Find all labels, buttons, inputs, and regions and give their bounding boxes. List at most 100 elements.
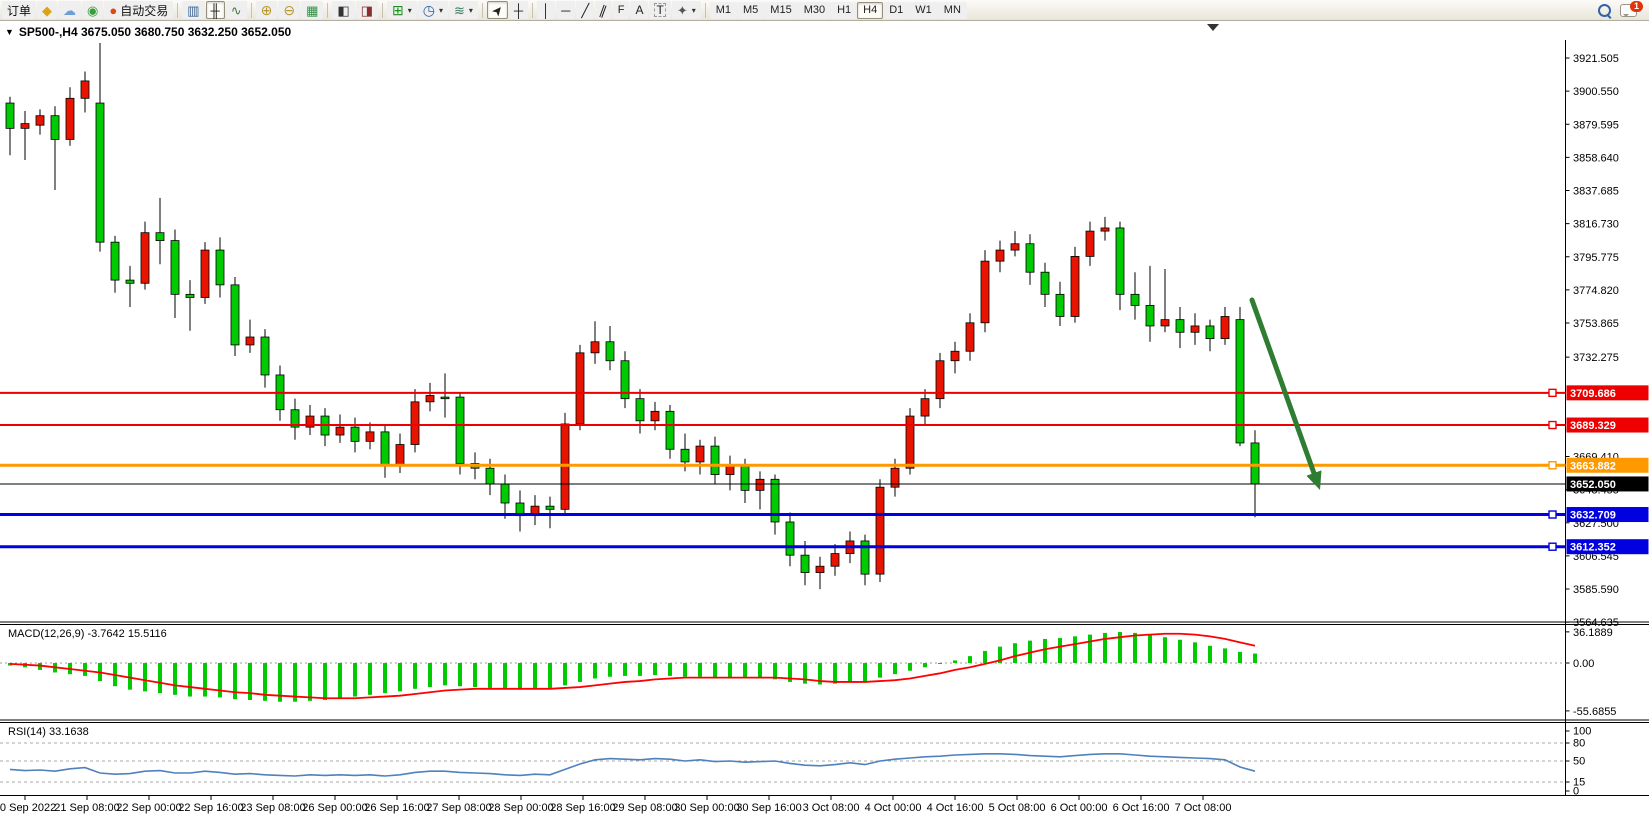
candlestick-chart-icon: ╫ (211, 4, 220, 17)
hline-tool-button[interactable]: ─ (556, 1, 575, 19)
zoom-out-button[interactable]: ⊖ (278, 1, 300, 19)
timeframe-m30-button[interactable]: M30 (798, 2, 831, 19)
svg-text:30 Sep 16:00: 30 Sep 16:00 (736, 802, 801, 814)
svg-text:3879.595: 3879.595 (1573, 119, 1619, 131)
separator (532, 3, 533, 18)
line-chart-button[interactable]: ∿ (226, 1, 247, 19)
svg-text:4 Oct 00:00: 4 Oct 00:00 (865, 802, 922, 814)
cursor-icon: ➤ (489, 2, 506, 19)
svg-text:26 Sep 00:00: 26 Sep 00:00 (302, 802, 367, 814)
new-order-button[interactable]: 订单 (2, 1, 36, 19)
timeframe-mn-button[interactable]: MN (938, 2, 967, 19)
auto-scroll-button[interactable]: ◧ (332, 1, 354, 19)
zoom-out-icon: ⊖ (283, 3, 295, 17)
auto-scroll-icon: ◧ (337, 4, 349, 17)
svg-text:3612.352: 3612.352 (1570, 542, 1616, 554)
cloud-icon: ☁ (63, 4, 76, 17)
svg-text:22 Sep 00:00: 22 Sep 00:00 (116, 802, 181, 814)
rsi-label: RSI(14) 33.1638 (8, 726, 89, 738)
svg-text:27 Sep 08:00: 27 Sep 08:00 (426, 802, 491, 814)
bar-chart-button[interactable]: ▥ (182, 1, 204, 19)
svg-text:3921.505: 3921.505 (1573, 53, 1619, 65)
chart-title: SP500-,H4 3675.050 3680.750 3632.250 365… (19, 25, 291, 39)
autotrade-label: 自动交易 (120, 2, 168, 19)
svg-text:0: 0 (1573, 786, 1579, 798)
svg-text:3858.640: 3858.640 (1573, 152, 1619, 164)
timeframe-m15-button[interactable]: M15 (764, 2, 797, 19)
svg-text:6 Oct 00:00: 6 Oct 00:00 (1051, 802, 1108, 814)
timeframe-h1-button[interactable]: H1 (831, 2, 857, 19)
new-chart-button[interactable]: ⊞ ▾ (387, 1, 417, 19)
svg-text:36.1889: 36.1889 (1573, 627, 1613, 639)
chart-canvas[interactable]: 3921.505 3900.550 3879.595 3858.640 3837.685… (0, 0, 1649, 820)
separator (482, 3, 483, 18)
gold-ingot-button[interactable]: ◆ (37, 1, 57, 19)
autotrade-button[interactable]: ● 自动交易 (104, 1, 173, 19)
separator (705, 3, 706, 18)
svg-text:4 Oct 16:00: 4 Oct 16:00 (927, 802, 984, 814)
svg-text:3709.686: 3709.686 (1570, 388, 1616, 400)
signal-button[interactable]: ◉ (82, 1, 103, 19)
chevron-down-icon: ▾ (439, 6, 443, 15)
svg-text:100: 100 (1573, 726, 1591, 738)
svg-text:-55.6855: -55.6855 (1573, 706, 1616, 718)
chevron-down-icon: ▾ (408, 6, 412, 15)
svg-text:28 Sep 00:00: 28 Sep 00:00 (488, 802, 553, 814)
indicators-button[interactable]: ≋ ▾ (449, 1, 478, 19)
svg-text:5 Oct 08:00: 5 Oct 08:00 (989, 802, 1046, 814)
text-tool-button[interactable]: A (630, 1, 648, 19)
horizontal-line-icon: ─ (561, 4, 570, 17)
svg-text:0.00: 0.00 (1573, 658, 1594, 670)
svg-text:26 Sep 16:00: 26 Sep 16:00 (364, 802, 429, 814)
arrows-tool-button[interactable]: ✦ ▾ (672, 1, 701, 19)
timeframe-h4-button[interactable]: H4 (857, 2, 883, 19)
timeframe-d1-button[interactable]: D1 (883, 2, 909, 19)
label-tool-button[interactable]: T (649, 1, 670, 19)
search-icon[interactable] (1598, 4, 1611, 17)
autotrade-icon: ● (109, 4, 117, 17)
text-icon: A (635, 4, 643, 16)
zoom-in-button[interactable]: ⊕ (256, 1, 278, 19)
candlestick-chart-button[interactable]: ╫ (206, 1, 225, 19)
crosshair-icon: ┼ (514, 4, 523, 17)
svg-text:23 Sep 08:00: 23 Sep 08:00 (240, 802, 305, 814)
timeframe-group: M1M5M15M30H1H4D1W1MN (710, 2, 967, 19)
cursor-tool-button[interactable]: ➤ (487, 1, 508, 19)
zoom-in-icon: ⊕ (261, 3, 273, 17)
macd-label: MACD(12,26,9) -3.7642 15.5116 (8, 628, 167, 640)
timeframe-w1-button[interactable]: W1 (909, 2, 938, 19)
symbol-dropdown-icon[interactable]: ▼ (5, 27, 14, 37)
tile-windows-button[interactable]: ▦ (301, 1, 323, 19)
timeframe-m1-button[interactable]: M1 (710, 2, 737, 19)
svg-text:3652.050: 3652.050 (1570, 479, 1616, 491)
svg-text:3837.685: 3837.685 (1573, 186, 1619, 198)
cloud-terminal-button[interactable]: ☁ (58, 1, 81, 19)
chart-shift-button[interactable]: ◨ (356, 1, 378, 19)
svg-text:3632.709: 3632.709 (1570, 510, 1616, 522)
timeframe-m5-button[interactable]: M5 (737, 2, 764, 19)
bar-chart-icon: ▥ (187, 4, 199, 17)
fibonacci-icon: F (618, 5, 625, 16)
vline-tool-button[interactable]: │ (537, 1, 555, 19)
svg-text:22 Sep 16:00: 22 Sep 16:00 (178, 802, 243, 814)
chevron-down-icon: ▾ (692, 6, 696, 15)
channel-tool-button[interactable]: ∥ (595, 1, 612, 19)
svg-text:21 Sep 08:00: 21 Sep 08:00 (54, 802, 119, 814)
svg-text:3753.865: 3753.865 (1573, 318, 1619, 330)
chat-icon[interactable]: 1 (1620, 4, 1637, 17)
chevron-down-icon: ▾ (469, 6, 473, 15)
svg-text:3 Oct 08:00: 3 Oct 08:00 (803, 802, 860, 814)
svg-text:7 Oct 08:00: 7 Oct 08:00 (1175, 802, 1232, 814)
fibonacci-tool-button[interactable]: F (613, 1, 630, 19)
indicators-icon: ≋ (454, 4, 465, 17)
periods-button[interactable]: ◷ ▾ (418, 1, 448, 19)
toolbar: 订单 ◆ ☁ ◉ ● 自动交易 ▥ ╫ ∿ ⊕ ⊖ ▦ ◧ ◨ ⊞ ▾ (0, 0, 1649, 21)
text-label-icon: T (654, 3, 665, 17)
crosshair-tool-button[interactable]: ┼ (509, 1, 528, 19)
separator (251, 3, 252, 18)
svg-text:3900.550: 3900.550 (1573, 86, 1619, 98)
trendline-tool-button[interactable]: ╱ (576, 1, 594, 19)
notification-badge: 1 (1630, 1, 1643, 12)
channel-icon: ∥ (598, 3, 609, 17)
line-chart-icon: ∿ (231, 4, 242, 17)
